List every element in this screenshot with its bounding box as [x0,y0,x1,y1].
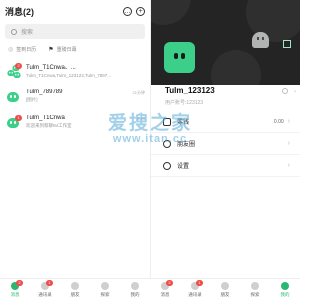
conversation-name: Tulm_T1Cnwa、... [26,65,76,71]
tab-me[interactable]: 我的 [120,279,150,300]
tab-label: 朋友 [70,291,80,297]
tab-me[interactable]: 我的 [270,279,300,300]
unread-badge: 1 [15,114,22,121]
tab-badge: 1 [46,280,53,286]
tab-contacts[interactable]: 1 通讯录 [180,279,210,300]
tab-messages[interactable]: 2 消息 [0,279,30,300]
search-input[interactable]: 搜索 [5,24,145,39]
qr-code-icon[interactable] [283,40,291,48]
filter-row: ◎ 签到日历 ⚑ 重磅日幕 [0,41,150,57]
tab-label: 探索 [250,291,260,297]
tab-contacts[interactable]: 1 通讯录 [30,279,60,300]
conversation-item[interactable]: 2 Tulm_T1Cnwa、... Tulm_T1Cnwa,Tulm_12312… [0,57,150,83]
messages-page: 消息(2) … + 搜索 ◎ 签到日历 ⚑ 重磅日幕 2 Tulm_T1Cnwa… [0,0,150,300]
flag-icon: ⚑ [48,46,54,53]
group-avatar: 2 [5,62,22,78]
conversation-item[interactable]: Tulm_789789 [图片] 21分钟 [0,83,150,109]
friends-tab-icon [221,281,229,290]
conversation-time: 5:49 [137,116,145,121]
wallet-balance: 0.00 [273,118,284,125]
tab-label: 朋友 [220,291,230,297]
profile-name: Tulm_123123 [165,86,215,95]
tab-label: 通讯录 [38,291,52,297]
add-icon[interactable]: + [136,6,145,16]
ghost-icon [252,32,269,48]
tab-explore[interactable]: 探索 [90,279,120,300]
search-placeholder: 搜索 [21,30,34,36]
tab-friends[interactable]: 朋友 [60,279,90,300]
conversation-name: Tulm_789789 [26,89,63,95]
chevron-right-icon: › [287,162,290,169]
avatar [5,89,20,104]
conversation-item[interactable]: 1 Tulm_T1Cnwa 欢迎来到蔡聊IM工作室 5:49 [0,109,150,135]
tab-label: 消息 [10,291,20,297]
profile-menu: 零钱 0.00 › 朋友圈 › 设置 › [151,111,300,177]
explore-tab-icon [251,281,259,290]
menu-item-moments[interactable]: 朋友圈 › [151,133,300,155]
more-icon[interactable]: … [123,6,132,16]
menu-label: 朋友圈 [177,142,196,148]
profile-id: 用户账号:123123 [165,100,204,106]
messages-header: 消息(2) … + [0,0,150,22]
profile-page: Tulm_123123 用户账号:123123 › 零钱 0.00 › 朋友圈 … [150,0,300,300]
tab-label: 我的 [130,291,140,297]
menu-label: 零钱 [177,120,190,126]
tab-label: 我的 [280,291,290,297]
chevron-right-icon: › [287,118,290,125]
tab-label: 探索 [100,291,110,297]
conversation-time: 21分钟 [132,90,145,95]
unread-badge: 2 [15,62,22,69]
chevron-right-icon[interactable]: › [294,89,296,95]
bottom-tab-bar: 2 消息 1 通讯录 朋友 探索 我的 [150,278,300,300]
moments-icon [163,139,171,148]
menu-label: 设置 [177,164,190,170]
tab-badge: 2 [166,280,173,286]
me-tab-icon [131,281,139,290]
search-icon [11,28,17,35]
filter-label: 签到日历 [16,46,37,53]
page-title: 消息(2) [5,6,34,17]
tab-messages[interactable]: 2 消息 [150,279,180,300]
conversation-preview: 欢迎来到蔡聊IM工作室 [26,123,72,128]
profile-avatar[interactable] [164,42,195,73]
filter-label: 重磅日幕 [56,46,77,53]
gear-icon [163,161,171,170]
wallet-icon [163,117,171,126]
conversation-preview: Tulm_T1Cnwa,Tulm_123123,Tulm_7897... [26,73,112,78]
menu-item-settings[interactable]: 设置 › [151,155,300,177]
avatar: 1 [5,114,22,130]
tab-label: 消息 [160,291,170,297]
settings-gear-icon[interactable] [282,88,288,94]
tab-badge: 2 [16,280,23,286]
tab-label: 通讯录 [188,291,202,297]
tab-badge: 1 [196,280,203,286]
explore-tab-icon [101,281,109,290]
tab-friends[interactable]: 朋友 [210,279,240,300]
friends-tab-icon [71,281,79,290]
chevron-right-icon: › [287,140,290,147]
menu-item-wallet[interactable]: 零钱 0.00 › [151,111,300,133]
filter-item[interactable]: ⚑ 重磅日幕 [48,46,76,53]
tab-explore[interactable]: 探索 [240,279,270,300]
calendar-icon: ◎ [8,46,14,53]
conversation-preview: [图片] [26,97,38,102]
me-tab-icon [281,281,289,290]
filter-item[interactable]: ◎ 签到日历 [8,46,36,53]
conversation-name: Tulm_T1Cnwa [26,115,65,121]
bottom-tab-bar: 2 消息 1 通讯录 朋友 探索 我的 [0,278,150,300]
